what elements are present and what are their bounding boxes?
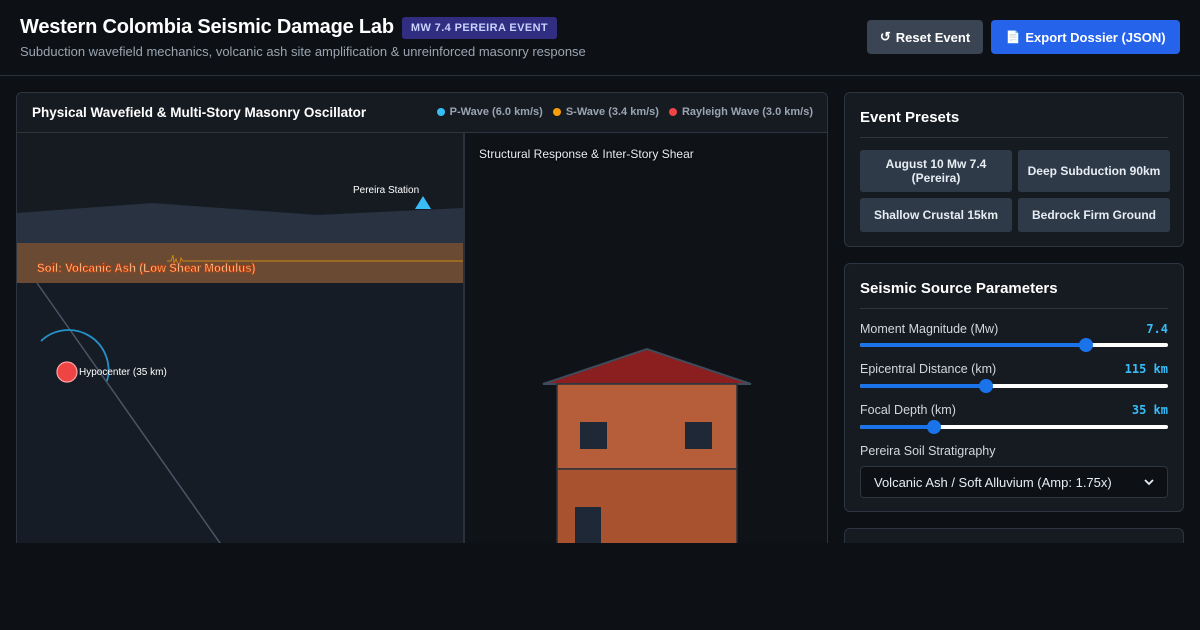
slider-thumb[interactable] xyxy=(979,379,994,393)
crust-cross-section: Soil: Volcanic Ash (Low Shear Modulus) P… xyxy=(17,133,463,551)
app-header: Western Colombia Seismic Damage Lab MW 7… xyxy=(0,0,1200,76)
depth-label: Focal Depth (km) xyxy=(860,403,956,417)
soil-stratigraphy-label: Pereira Soil Stratigraphy xyxy=(860,444,996,458)
sky xyxy=(17,133,463,213)
slider-thumb[interactable] xyxy=(1078,338,1093,352)
hypocenter-marker xyxy=(56,361,78,383)
app-subtitle: Subduction wavefield mechanics, volcanic… xyxy=(20,44,586,59)
reset-event-button[interactable]: ↺ Reset Event xyxy=(867,20,983,54)
app-title: Western Colombia Seismic Damage Lab xyxy=(20,16,394,38)
pereira-station-label: Pereira Station xyxy=(353,185,419,196)
reset-event-label: Reset Event xyxy=(895,29,971,45)
export-dossier-label: Export Dossier (JSON) xyxy=(1025,29,1166,45)
preset-label: August 10 Mw 7.4 (Pereira) xyxy=(885,157,987,185)
event-presets-card: Event Presets August 10 Mw 7.4 (Pereira)… xyxy=(844,92,1184,247)
magnitude-value: 7.4 xyxy=(1146,322,1168,336)
magnitude-slider[interactable] xyxy=(860,338,1168,352)
soil-stratigraphy-selected: Volcanic Ash / Soft Alluvium (Amp: 1.75x… xyxy=(874,474,1112,490)
structural-response-view: Structural Response & Inter-Story Shear xyxy=(465,133,827,551)
chevron-down-icon xyxy=(1144,479,1154,486)
source-parameters-card: Seismic Source Parameters Moment Magnitu… xyxy=(844,263,1184,512)
legend-rayleigh-wave-label: Rayleigh Wave (3.0 km/s) xyxy=(681,106,813,118)
preset-deep-subduction[interactable]: Deep Subduction 90km xyxy=(1018,150,1170,192)
wave-legend: P-Wave (6.0 km/s) S-Wave (3.4 km/s) Rayl… xyxy=(436,106,813,118)
title-row: Western Colombia Seismic Damage Lab MW 7… xyxy=(20,16,558,39)
event-presets-title: Event Presets xyxy=(860,109,960,126)
roof xyxy=(542,347,752,385)
p-wave-swatch xyxy=(436,108,445,116)
distance-row: Epicentral Distance (km) 115 km xyxy=(860,361,1168,377)
preset-bedrock-firm-ground[interactable]: Bedrock Firm Ground xyxy=(1018,198,1170,232)
distance-value: 115 km xyxy=(1124,362,1168,376)
magnitude-row: Moment Magnitude (Mw) 7.4 xyxy=(860,321,1168,337)
legend-s-wave-label: S-Wave (3.4 km/s) xyxy=(565,106,659,118)
upper-window-right xyxy=(685,422,712,449)
upper-window-left xyxy=(580,422,607,449)
legend-p-wave-label: P-Wave (6.0 km/s) xyxy=(449,106,543,118)
depth-value: 35 km xyxy=(1131,403,1168,417)
legend-s-wave: S-Wave (3.4 km/s) xyxy=(552,106,659,118)
distance-slider[interactable] xyxy=(860,379,1168,393)
wavefield-panel: Physical Wavefield & Multi-Story Masonry… xyxy=(16,92,828,552)
card-divider xyxy=(860,137,1168,138)
slider-fill xyxy=(860,384,987,388)
preset-shallow-crustal[interactable]: Shallow Crustal 15km xyxy=(860,198,1012,232)
depth-slider[interactable] xyxy=(860,420,1168,434)
wavefield-panel-title: Physical Wavefield & Multi-Story Masonry… xyxy=(32,105,367,120)
hypocenter-label: Hypocenter (35 km) xyxy=(79,367,167,378)
document-icon: 📄 xyxy=(1005,30,1021,44)
distance-label: Epicentral Distance (km) xyxy=(860,362,997,376)
s-wave-swatch xyxy=(552,108,561,116)
rayleigh-wave-swatch xyxy=(668,108,677,116)
wavefield-panel-header: Physical Wavefield & Multi-Story Masonry… xyxy=(17,93,827,133)
preset-label: Deep Subduction 90km xyxy=(1027,164,1161,178)
export-dossier-button[interactable]: 📄 Export Dossier (JSON) xyxy=(991,20,1180,54)
cross-section-canvas: Soil: Volcanic Ash (Low Shear Modulus) P… xyxy=(17,133,463,551)
depth-row: Focal Depth (km) 35 km xyxy=(860,402,1168,418)
preset-label: Bedrock Firm Ground xyxy=(1031,208,1156,222)
preset-august-10-pereira[interactable]: August 10 Mw 7.4 (Pereira) xyxy=(860,150,1012,192)
event-badge: MW 7.4 PEREIRA EVENT xyxy=(401,16,558,39)
structural-response-title: Structural Response & Inter-Story Shear xyxy=(479,147,694,161)
source-parameters-title: Seismic Source Parameters xyxy=(860,280,1058,297)
reset-icon: ↺ xyxy=(879,29,891,44)
structure-canvas xyxy=(542,347,752,551)
legend-p-wave: P-Wave (6.0 km/s) xyxy=(436,106,543,118)
slider-thumb[interactable] xyxy=(926,420,941,434)
slider-fill xyxy=(860,343,1086,347)
soil-layer-label: Soil: Volcanic Ash (Low Shear Modulus) xyxy=(37,263,256,275)
card-divider xyxy=(860,308,1168,309)
soil-stratigraphy-select[interactable]: Volcanic Ash / Soft Alluvium (Amp: 1.75x… xyxy=(860,466,1168,498)
legend-rayleigh-wave: Rayleigh Wave (3.0 km/s) xyxy=(668,106,813,118)
slider-fill xyxy=(860,425,934,429)
magnitude-label: Moment Magnitude (Mw) xyxy=(860,322,999,336)
preset-label: Shallow Crustal 15km xyxy=(873,208,999,222)
page-background xyxy=(0,543,1200,630)
